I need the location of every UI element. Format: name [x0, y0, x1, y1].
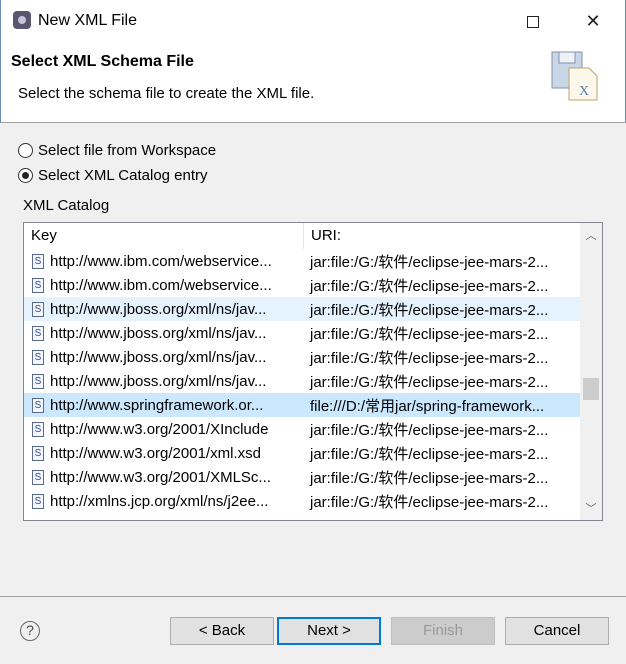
table-body: Shttp://www.ibm.com/webservice... jar:fil…	[24, 249, 580, 513]
schema-file-icon: S	[32, 253, 44, 269]
xml-catalog-table[interactable]: Key URI: Shttp://www.ibm.com/webservice.…	[23, 222, 603, 521]
key-text: http://www.w3.org/2001/XInclude	[50, 420, 269, 438]
key-text: http://www.jboss.org/xml/ns/jav...	[50, 348, 267, 366]
radio-button[interactable]	[18, 168, 33, 183]
key-text: http://www.springframework.or...	[50, 396, 264, 414]
page-title: Select XML Schema File	[11, 53, 194, 70]
key-text: http://www.ibm.com/webservice...	[50, 276, 272, 294]
maximize-icon	[527, 16, 539, 29]
schema-file-icon: S	[32, 325, 44, 341]
table-row[interactable]: Shttp://xmlns.jcp.org/xml/ns/j2ee... jar:…	[24, 489, 580, 513]
schema-file-icon: S	[32, 301, 44, 317]
next-button[interactable]: Next >	[277, 617, 381, 645]
back-button[interactable]: < Back	[170, 617, 274, 645]
cancel-button[interactable]: Cancel	[505, 617, 609, 645]
uri-cell: jar:file:/G:/软件/eclipse-jee-mars-2...	[310, 277, 549, 295]
svg-text:X: X	[579, 84, 589, 99]
key-cell: Shttp://www.springframework.or...	[24, 397, 304, 414]
schema-file-icon: S	[32, 421, 44, 437]
schema-file-icon: S	[32, 397, 44, 413]
table-row[interactable]: Shttp://www.w3.org/2001/XMLSc... jar:file…	[24, 465, 580, 489]
key-text: http://www.w3.org/2001/xml.xsd	[50, 444, 261, 462]
key-cell: Shttp://xmlns.jcp.org/xml/ns/j2ee...	[24, 493, 304, 510]
schema-file-icon: S	[32, 277, 44, 293]
help-icon[interactable]: ?	[20, 621, 40, 641]
key-text: http://www.jboss.org/xml/ns/jav...	[50, 324, 267, 342]
radio-label: Select file from Workspace	[38, 142, 217, 159]
xml-file-banner-icon: X	[551, 51, 598, 101]
table-row[interactable]: Shttp://www.w3.org/2001/xml.xsd jar:file:…	[24, 441, 580, 465]
close-button[interactable]: ✕	[573, 8, 613, 34]
radio-workspace[interactable]: Select file from Workspace	[18, 142, 216, 159]
uri-cell: file:///D:/常用jar/spring-framework...	[310, 397, 545, 415]
uri-cell: jar:file:/G:/软件/eclipse-jee-mars-2...	[310, 421, 549, 439]
uri-cell: jar:file:/G:/软件/eclipse-jee-mars-2...	[310, 349, 549, 367]
radio-xml-catalog[interactable]: Select XML Catalog entry	[18, 167, 208, 184]
scroll-thumb[interactable]	[583, 378, 599, 400]
uri-cell: jar:file:/G:/软件/eclipse-jee-mars-2...	[310, 301, 549, 319]
finish-button[interactable]: Finish	[391, 617, 495, 645]
scroll-down-icon[interactable]: ﹀	[580, 500, 602, 518]
eclipse-logo-icon	[13, 11, 31, 29]
scroll-up-icon[interactable]: ︿	[580, 227, 602, 245]
key-cell: Shttp://www.jboss.org/xml/ns/jav...	[24, 373, 304, 390]
schema-file-icon: S	[32, 373, 44, 389]
column-header-uri[interactable]: URI:	[304, 223, 580, 249]
key-cell: Shttp://www.w3.org/2001/xml.xsd	[24, 445, 304, 462]
schema-file-icon: S	[32, 493, 44, 509]
key-cell: Shttp://www.w3.org/2001/XInclude	[24, 421, 304, 438]
key-cell: Shttp://www.w3.org/2001/XMLSc...	[24, 469, 304, 486]
uri-cell: jar:file:/G:/软件/eclipse-jee-mars-2...	[310, 325, 549, 343]
page-description: Select the schema file to create the XML…	[18, 85, 315, 102]
key-cell: Shttp://www.ibm.com/webservice...	[24, 277, 304, 294]
schema-file-icon: S	[32, 469, 44, 485]
key-text: http://www.w3.org/2001/XMLSc...	[50, 468, 271, 486]
vertical-scrollbar[interactable]: ︿ ﹀	[580, 223, 602, 520]
uri-cell: jar:file:/G:/软件/eclipse-jee-mars-2...	[310, 253, 549, 271]
uri-cell: jar:file:/G:/软件/eclipse-jee-mars-2...	[310, 373, 549, 391]
table-row[interactable]: Shttp://www.jboss.org/xml/ns/jav... jar:f…	[24, 369, 580, 393]
title-bar: New XML File ✕	[0, 0, 626, 42]
schema-file-icon: S	[32, 445, 44, 461]
key-cell: Shttp://www.jboss.org/xml/ns/jav...	[24, 349, 304, 366]
table-header: Key URI:	[24, 223, 580, 249]
xml-catalog-label: XML Catalog	[23, 197, 110, 214]
key-text: http://www.jboss.org/xml/ns/jav...	[50, 372, 267, 390]
radio-label: Select XML Catalog entry	[38, 167, 208, 184]
table-row[interactable]: Shttp://www.ibm.com/webservice... jar:fil…	[24, 273, 580, 297]
key-cell: Shttp://www.jboss.org/xml/ns/jav...	[24, 301, 304, 318]
table-row[interactable]: Shttp://www.jboss.org/xml/ns/jav... jar:f…	[24, 321, 580, 345]
uri-cell: jar:file:/G:/软件/eclipse-jee-mars-2...	[310, 469, 549, 487]
uri-cell: jar:file:/G:/软件/eclipse-jee-mars-2...	[310, 493, 549, 511]
schema-file-icon: S	[32, 349, 44, 365]
uri-cell: jar:file:/G:/软件/eclipse-jee-mars-2...	[310, 445, 549, 463]
key-text: http://xmlns.jcp.org/xml/ns/j2ee...	[50, 492, 269, 510]
key-text: http://www.ibm.com/webservice...	[50, 252, 272, 270]
key-text: http://www.jboss.org/xml/ns/jav...	[50, 300, 267, 318]
maximize-button[interactable]	[513, 8, 553, 34]
column-header-key[interactable]: Key	[24, 223, 304, 249]
window-title: New XML File	[38, 12, 137, 29]
wizard-header: Select XML Schema File Select the schema…	[0, 42, 626, 123]
table-row[interactable]: Shttp://www.jboss.org/xml/ns/jav... jar:f…	[24, 345, 580, 369]
radio-button[interactable]	[18, 143, 33, 158]
table-row[interactable]: Shttp://www.w3.org/2001/XInclude jar:file…	[24, 417, 580, 441]
divider	[0, 596, 626, 597]
table-row[interactable]: Shttp://www.jboss.org/xml/ns/jav... jar:f…	[24, 297, 580, 321]
table-row[interactable]: Shttp://www.springframework.or... file://…	[24, 393, 580, 417]
close-icon: ✕	[585, 11, 601, 31]
key-cell: Shttp://www.ibm.com/webservice...	[24, 253, 304, 270]
key-cell: Shttp://www.jboss.org/xml/ns/jav...	[24, 325, 304, 342]
table-row[interactable]: Shttp://www.ibm.com/webservice... jar:fil…	[24, 249, 580, 273]
